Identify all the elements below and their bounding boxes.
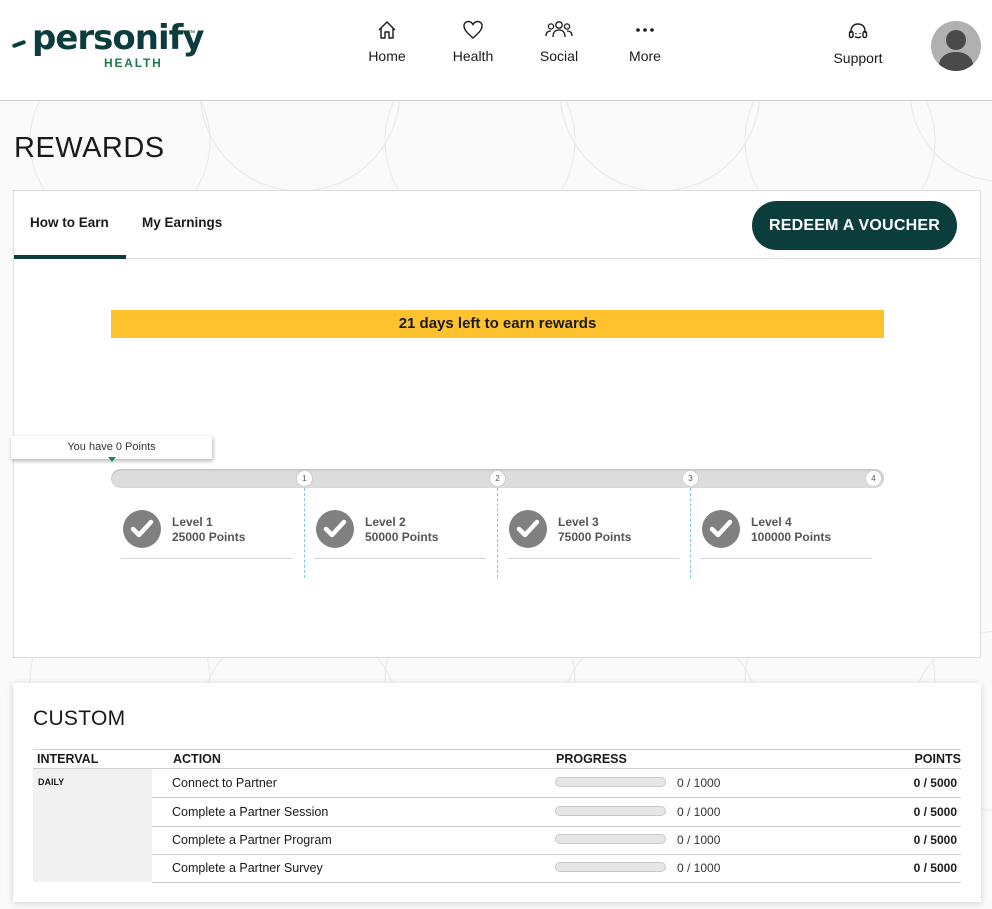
- level-item-2: Level 2 50000 Points: [314, 509, 486, 559]
- home-icon: [378, 21, 396, 39]
- row-action: Connect to Partner: [172, 776, 277, 790]
- row-points: 0 / 5000: [913, 861, 957, 875]
- page-title: REWARDS: [14, 132, 165, 164]
- redeem-voucher-button[interactable]: REDEEM A VOUCHER: [752, 201, 957, 250]
- interval-value: DAILY: [38, 777, 65, 787]
- level-item-1: Level 1 25000 Points: [121, 509, 293, 559]
- logo-dash: [11, 39, 27, 49]
- table-row: Complete a Partner Program 0 / 1000 0 / …: [152, 826, 961, 855]
- level-points: 75000 Points: [558, 530, 632, 544]
- level-name: Level 2: [365, 515, 406, 529]
- check-circle-icon: [509, 510, 547, 548]
- row-action: Complete a Partner Session: [172, 805, 329, 819]
- current-points-marker: [108, 457, 116, 462]
- tab-how-to-earn[interactable]: How to Earn: [30, 215, 109, 230]
- custom-activities-card: CUSTOM INTERVAL ACTION PROGRESS POINTS D…: [13, 683, 981, 902]
- column-header-action: ACTION: [173, 752, 221, 766]
- table-row: Connect to Partner 0 / 1000 0 / 5000: [152, 769, 961, 798]
- check-circle-icon: [123, 510, 161, 548]
- level-name: Level 3: [558, 515, 599, 529]
- rewards-tab-bar: How to Earn My Earnings REDEEM A VOUCHER: [14, 191, 980, 259]
- level-divider: [690, 488, 691, 578]
- level-node-1: 1: [296, 470, 313, 487]
- level-node-2: 2: [489, 470, 506, 487]
- top-navigation-bar: personify ™ HEALTH Home Health Social Mo…: [0, 0, 992, 101]
- custom-section-title: CUSTOM: [33, 707, 126, 730]
- row-progress-text: 0 / 1000: [677, 805, 721, 819]
- nav-more-label: More: [629, 48, 661, 64]
- nav-health-label: Health: [452, 48, 494, 64]
- logo-trademark: ™: [188, 30, 195, 37]
- heart-icon: [463, 20, 483, 39]
- level-name: Level 1: [172, 515, 213, 529]
- row-progress-text: 0 / 1000: [677, 861, 721, 875]
- table-row: Complete a Partner Survey 0 / 1000 0 / 5…: [152, 854, 961, 883]
- current-points-tooltip: You have 0 Points: [11, 436, 212, 459]
- row-progress-bar: [555, 834, 666, 844]
- support-label: Support: [833, 50, 883, 66]
- level-points: 100000 Points: [751, 530, 832, 544]
- row-points: 0 / 5000: [913, 776, 957, 790]
- table-row: Complete a Partner Session 0 / 1000 0 / …: [152, 798, 961, 827]
- nav-social[interactable]: Social: [524, 20, 594, 64]
- level-points: 50000 Points: [365, 530, 439, 544]
- active-tab-indicator: [14, 255, 126, 259]
- table-header: INTERVAL ACTION PROGRESS POINTS: [33, 749, 961, 769]
- row-points: 0 / 5000: [913, 833, 957, 847]
- row-action: Complete a Partner Survey: [172, 861, 323, 875]
- level-name: Level 4: [751, 515, 792, 529]
- column-header-interval: INTERVAL: [37, 752, 99, 766]
- row-progress-bar: [555, 862, 666, 872]
- check-circle-icon: [316, 510, 354, 548]
- row-progress-bar: [555, 806, 666, 816]
- logo-subtitle: HEALTH: [104, 56, 163, 70]
- nav-health[interactable]: Health: [438, 20, 508, 64]
- nav-home-label: Home: [368, 48, 406, 64]
- row-progress-text: 0 / 1000: [677, 776, 721, 790]
- tab-my-earnings[interactable]: My Earnings: [142, 215, 222, 230]
- level-points: 25000 Points: [172, 530, 246, 544]
- support-link[interactable]: Support: [823, 22, 893, 66]
- row-progress-text: 0 / 1000: [677, 833, 721, 847]
- personify-health-logo[interactable]: personify ™ HEALTH: [11, 18, 205, 74]
- more-dots-icon: [636, 28, 654, 32]
- level-node-4: 4: [865, 470, 882, 487]
- level-node-3: 3: [682, 470, 699, 487]
- level-item-4: Level 4 100000 Points: [700, 509, 872, 559]
- level-divider: [304, 488, 305, 578]
- user-icon: [938, 30, 974, 71]
- level-divider: [497, 488, 498, 578]
- check-circle-icon: [702, 510, 740, 548]
- nav-social-label: Social: [539, 48, 579, 64]
- user-avatar[interactable]: [931, 21, 981, 71]
- deadline-banner: 21 days left to earn rewards: [111, 310, 884, 338]
- logo-wordmark: personify: [32, 18, 205, 58]
- headset-icon: [848, 23, 868, 39]
- row-progress-bar: [555, 777, 666, 787]
- column-header-progress: PROGRESS: [556, 752, 627, 766]
- row-action: Complete a Partner Program: [172, 833, 332, 847]
- people-icon: [545, 21, 573, 38]
- row-points: 0 / 5000: [913, 805, 957, 819]
- level-item-3: Level 3 75000 Points: [507, 509, 679, 559]
- nav-home[interactable]: Home: [352, 20, 422, 64]
- interval-cell: DAILY: [33, 769, 152, 882]
- column-header-points: POINTS: [914, 752, 961, 766]
- rewards-card: How to Earn My Earnings REDEEM A VOUCHER…: [11, 190, 981, 658]
- custom-activities-table: INTERVAL ACTION PROGRESS POINTS DAILY Co…: [33, 749, 961, 883]
- nav-more[interactable]: More: [610, 20, 680, 64]
